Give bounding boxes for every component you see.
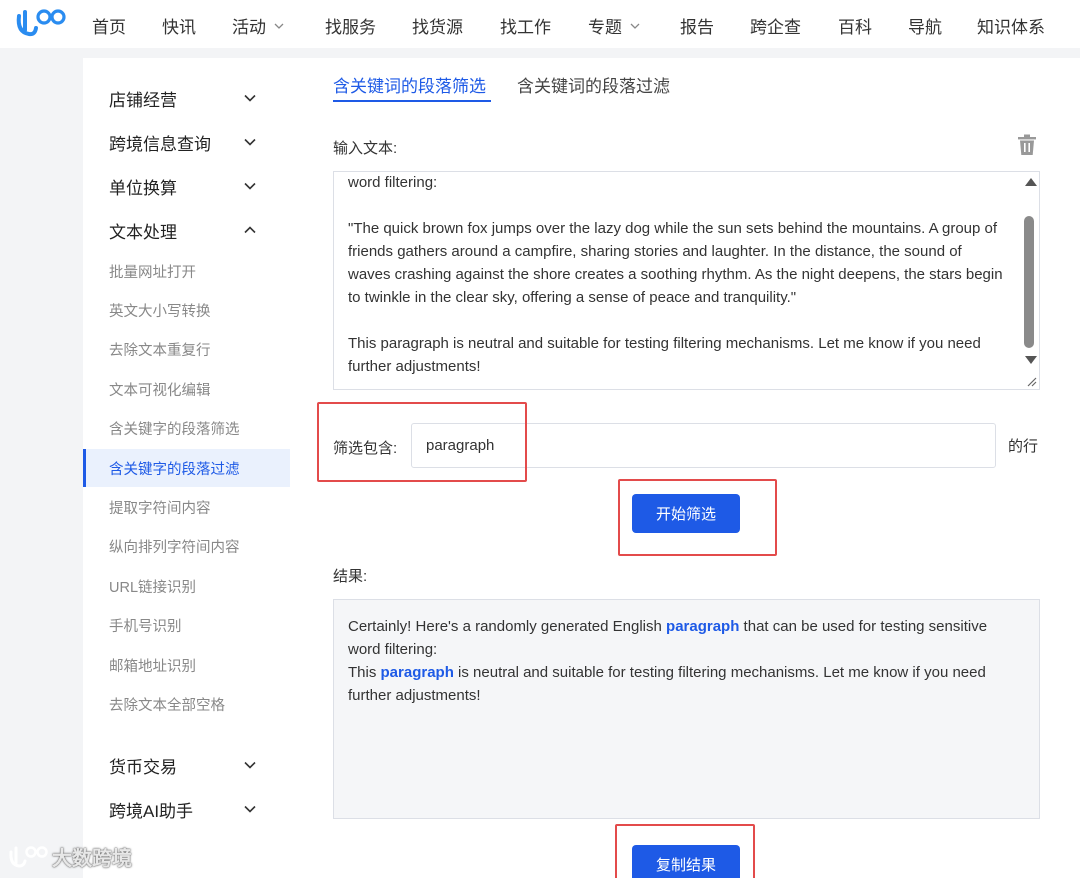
nav-item-home[interactable]: 首页 [92, 13, 126, 38]
sidebar-group-label: 跨境AI助手 [109, 801, 194, 821]
active-tab-indicator [333, 100, 491, 102]
sidebar-item[interactable]: 文本可视化编辑 [83, 370, 290, 408]
sidebar-item-label: 手机号识别 [109, 619, 182, 636]
main-panel: 含关键词的段落筛选 含关键词的段落过滤 输入文本: word filtering… [290, 58, 1080, 878]
input-text-label: 输入文本: [333, 140, 398, 157]
sidebar-group-label: 单位换算 [109, 178, 177, 198]
sidebar-item[interactable]: 去除文本全部空格 [83, 685, 290, 723]
copy-result-button[interactable]: 复制结果 [632, 845, 740, 878]
chevron-down-icon [244, 138, 256, 146]
result-label: 结果: [333, 568, 368, 585]
nav-item-sourcing[interactable]: 找货源 [412, 13, 463, 38]
sidebar-item[interactable]: 含关键字的段落过滤 [83, 449, 290, 487]
tab-paragraph-select[interactable]: 含关键词的段落筛选 [333, 72, 486, 97]
sidebar-item-label: 提取字符间内容 [109, 500, 211, 517]
sidebar-item[interactable]: 邮箱地址识别 [83, 646, 290, 684]
scroll-down-arrow-icon[interactable] [1025, 356, 1037, 364]
nav-item-label: 报告 [680, 18, 714, 37]
sidebar-group-label: 跨境信息查询 [109, 134, 211, 154]
sidebar-group-text-processing[interactable]: 文本处理 [83, 210, 290, 250]
chevron-down-icon [244, 761, 256, 769]
nav-item-label: 找服务 [325, 18, 376, 37]
sidebar-item-label: 含关键字的段落过滤 [109, 461, 240, 478]
tab-paragraph-filter[interactable]: 含关键词的段落过滤 [517, 72, 670, 97]
sidebar-item[interactable]: 含关键字的段落筛选 [83, 410, 290, 448]
watermark-text: 大数跨境 [52, 848, 132, 870]
sidebar-item-label: 文本可视化编辑 [109, 382, 211, 399]
site-logo[interactable] [14, 6, 68, 40]
nav-item-reports[interactable]: 报告 [680, 13, 714, 38]
nav-item-label: 首页 [92, 18, 126, 37]
top-nav: 首页 快讯 活动 找服务 找货源 找工作 专题 报告 跨企查 百科 导航 知识体系 [0, 0, 1080, 48]
nav-item-company-search[interactable]: 跨企查 [750, 13, 801, 38]
nav-item-services[interactable]: 找服务 [325, 13, 376, 38]
scroll-up-arrow-icon[interactable] [1025, 178, 1037, 186]
sidebar-group-label: 货币交易 [109, 757, 177, 777]
watermark-logo-icon [9, 845, 48, 868]
chevron-down-icon [244, 805, 256, 813]
sidebar-item-label: URL链接识别 [109, 579, 197, 596]
chevron-down-icon [630, 23, 640, 29]
chevron-down-icon [274, 23, 284, 29]
nav-item-label: 活动 [232, 18, 266, 37]
result-box: Certainly! Here's a randomly generated E… [333, 599, 1040, 819]
sidebar-item[interactable]: 批量网址打开 [83, 252, 290, 290]
nav-item-topics[interactable]: 专题 [588, 13, 640, 38]
chevron-down-icon [244, 94, 256, 102]
sidebar-item[interactable]: URL链接识别 [83, 567, 290, 605]
result-text: Certainly! Here's a randomly generated E… [348, 615, 1018, 707]
sidebar-item-label: 含关键字的段落筛选 [109, 422, 240, 439]
watermark: 大数跨境 [8, 842, 132, 871]
filter-label: 筛选包含: [333, 440, 398, 457]
sidebar-group-currency[interactable]: 货币交易 [83, 745, 290, 785]
chevron-up-icon [244, 226, 256, 234]
sidebar-item-label: 英文大小写转换 [109, 303, 211, 320]
sidebar-group-label: 店铺经营 [109, 90, 177, 110]
sidebar: 店铺经营跨境信息查询 单位换算文本处理货币交易跨境AI助手 批量网址打开 英文大小写转… [83, 58, 290, 878]
sidebar-item[interactable]: 英文大小写转换 [83, 291, 290, 329]
result-line1-before: Certainly! Here's a randomly generated E… [348, 618, 667, 635]
sidebar-item-label: 去除文本重复行 [109, 343, 211, 360]
scroll-thumb[interactable] [1024, 216, 1034, 348]
sidebar-item[interactable]: 纵向排列字符间内容 [83, 528, 290, 566]
nav-item-label: 找货源 [412, 18, 463, 37]
sidebar-group-unit-convert[interactable]: 单位换算 [83, 166, 290, 206]
start-filter-button[interactable]: 开始筛选 [632, 494, 740, 533]
textarea-scrollbar[interactable] [1021, 172, 1039, 389]
sidebar-group-label: 文本处理 [109, 222, 177, 242]
nav-item-events[interactable]: 活动 [232, 13, 284, 38]
nav-item-news[interactable]: 快讯 [162, 13, 196, 38]
sidebar-item-label: 邮箱地址识别 [109, 658, 196, 675]
resize-grip-icon[interactable] [1025, 375, 1037, 387]
sidebar-item[interactable]: 提取字符间内容 [83, 488, 290, 526]
filter-keyword-input[interactable] [411, 423, 996, 468]
nav-item-label: 找工作 [500, 18, 551, 37]
sidebar-item[interactable]: 去除文本重复行 [83, 331, 290, 369]
result-line2-before: This [348, 664, 381, 681]
chevron-down-icon [244, 182, 256, 190]
input-textarea[interactable]: word filtering: "The quick brown fox jum… [333, 171, 1040, 390]
sidebar-item-label: 去除文本全部空格 [109, 697, 225, 714]
nav-item-label: 跨企查 [750, 18, 801, 37]
sidebar-group-ai-assistant[interactable]: 跨境AI助手 [83, 789, 290, 829]
nav-item-label: 导航 [908, 18, 942, 37]
nav-item-navigation[interactable]: 导航 [908, 13, 942, 38]
nav-item-label: 知识体系 [977, 18, 1045, 37]
nav-item-jobs[interactable]: 找工作 [500, 13, 551, 38]
result-keyword-highlight: paragraph [666, 618, 740, 635]
sidebar-item[interactable]: 手机号识别 [83, 607, 290, 645]
input-text-content[interactable]: word filtering: "The quick brown fox jum… [348, 172, 1008, 378]
nav-item-wiki[interactable]: 百科 [838, 13, 872, 38]
sidebar-item-label: 纵向排列字符间内容 [109, 540, 240, 557]
nav-item-label: 百科 [838, 18, 872, 37]
result-keyword-highlight: paragraph [380, 664, 454, 681]
sidebar-group-crossborder-info[interactable]: 跨境信息查询 [83, 122, 290, 162]
sidebar-group-store-ops[interactable]: 店铺经营 [83, 78, 290, 118]
trash-icon[interactable] [1017, 134, 1037, 156]
sidebar-item-label: 批量网址打开 [109, 264, 196, 281]
nav-item-label: 专题 [588, 18, 622, 37]
nav-item-knowledge[interactable]: 知识体系 [977, 13, 1045, 38]
nav-item-label: 快讯 [162, 18, 196, 37]
filter-suffix-label: 的行 [1008, 438, 1039, 455]
